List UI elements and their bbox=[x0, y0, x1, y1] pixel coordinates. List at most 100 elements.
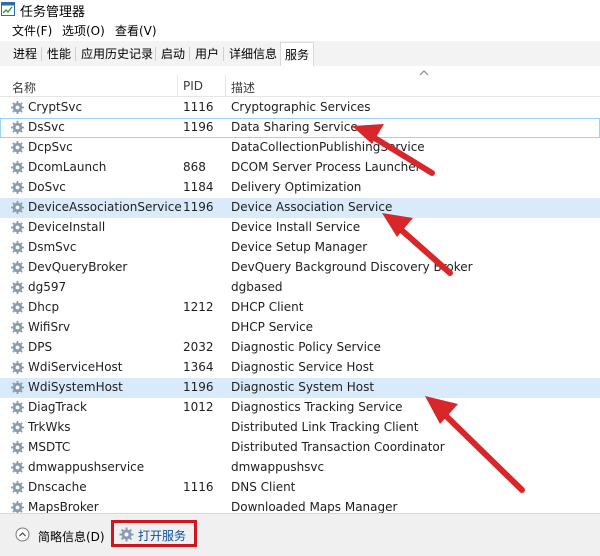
service-description: Cryptographic Services bbox=[231, 100, 371, 114]
service-gear-icon bbox=[10, 380, 25, 395]
service-gear-icon bbox=[10, 500, 25, 513]
service-gear-icon bbox=[10, 400, 25, 415]
service-row[interactable]: dg597 dgbased bbox=[0, 278, 600, 298]
tab-services[interactable]: 服务 bbox=[280, 42, 315, 67]
service-name: DeviceInstall bbox=[28, 220, 106, 234]
service-pid: 1196 bbox=[183, 200, 214, 214]
service-pid: 1012 bbox=[183, 400, 214, 414]
service-name: dmwappushservice bbox=[28, 460, 145, 474]
service-pid: 1364 bbox=[183, 360, 214, 374]
service-row[interactable]: Dhcp 1212 DHCP Client bbox=[0, 298, 600, 318]
service-description: DCOM Server Process Launcher bbox=[231, 160, 421, 174]
service-name: DPS bbox=[28, 340, 53, 354]
service-gear-icon bbox=[10, 180, 25, 195]
column-header-pid[interactable]: PID bbox=[183, 79, 203, 93]
service-name: WifiSrv bbox=[28, 320, 71, 334]
service-row[interactable]: dmwappushservice dmwappushsvc bbox=[0, 458, 600, 478]
service-name: MapsBroker bbox=[28, 500, 99, 513]
service-description: Data Sharing Service bbox=[231, 120, 358, 134]
service-gear-icon bbox=[10, 220, 25, 235]
tab-app-history[interactable]: 应用历史记录 bbox=[77, 44, 157, 65]
tab-users[interactable]: 用户 bbox=[191, 44, 223, 65]
menu-file[interactable]: 文件(F) bbox=[12, 22, 52, 39]
column-divider[interactable] bbox=[177, 75, 178, 96]
service-gear-icon bbox=[10, 120, 25, 135]
service-gear-icon bbox=[10, 280, 25, 295]
service-gear-icon bbox=[10, 300, 25, 315]
service-name: TrkWks bbox=[28, 420, 71, 434]
service-description: Diagnostics Tracking Service bbox=[231, 400, 403, 414]
service-name: MSDTC bbox=[28, 440, 71, 454]
service-name: dg597 bbox=[28, 280, 67, 294]
service-row[interactable]: DeviceInstall Device Install Service bbox=[0, 218, 600, 238]
service-gear-icon bbox=[10, 340, 25, 355]
menu-bar: 文件(F) 选项(O) 查看(V) bbox=[0, 20, 600, 41]
service-pid: 1196 bbox=[183, 380, 214, 394]
column-header-name[interactable]: 名称 bbox=[12, 79, 36, 96]
fewer-details-chevron-icon[interactable] bbox=[15, 527, 30, 542]
menu-options[interactable]: 选项(O) bbox=[62, 22, 105, 39]
tab-processes[interactable]: 进程 bbox=[9, 44, 41, 65]
service-name: DsSvc bbox=[28, 120, 65, 134]
service-pid: 1212 bbox=[183, 300, 214, 314]
sort-chevron-icon bbox=[419, 70, 429, 76]
open-services-button[interactable]: 打开服务 bbox=[111, 520, 197, 547]
tab-details[interactable]: 详细信息 bbox=[225, 44, 281, 65]
service-row[interactable]: MapsBroker Downloaded Maps Manager bbox=[0, 498, 600, 513]
service-row[interactable]: DoSvc 1184 Delivery Optimization bbox=[0, 178, 600, 198]
title-bar: 任务管理器 bbox=[0, 0, 600, 20]
tab-performance[interactable]: 性能 bbox=[43, 44, 75, 65]
service-gear-icon bbox=[10, 480, 25, 495]
service-row[interactable]: Dnscache 1116 DNS Client bbox=[0, 478, 600, 498]
service-row[interactable]: WdiServiceHost 1364 Diagnostic Service Hos… bbox=[0, 358, 600, 378]
service-description: Downloaded Maps Manager bbox=[231, 500, 398, 513]
service-row[interactable]: DevQueryBroker DevQuery Background Discov… bbox=[0, 258, 600, 278]
menu-view[interactable]: 查看(V) bbox=[115, 22, 157, 39]
service-name: DsmSvc bbox=[28, 240, 77, 254]
service-description: Delivery Optimization bbox=[231, 180, 362, 194]
service-name: CryptSvc bbox=[28, 100, 83, 114]
service-name: Dnscache bbox=[28, 480, 87, 494]
tab-divider bbox=[41, 47, 42, 61]
service-name: DcomLaunch bbox=[28, 160, 107, 174]
service-row[interactable]: DcpSvc DataCollectionPublishingService bbox=[0, 138, 600, 158]
service-name: WdiSystemHost bbox=[28, 380, 123, 394]
service-pid: 1196 bbox=[183, 120, 214, 134]
column-header-description[interactable]: 描述 bbox=[231, 79, 255, 96]
service-description: DHCP Client bbox=[231, 300, 304, 314]
service-row[interactable]: MSDTC Distributed Transaction Coordinator bbox=[0, 438, 600, 458]
service-pid: 1116 bbox=[183, 100, 214, 114]
tab-divider bbox=[155, 47, 156, 61]
service-row[interactable]: DsmSvc Device Setup Manager bbox=[0, 238, 600, 258]
service-gear-icon bbox=[10, 460, 25, 475]
service-description: Diagnostic Service Host bbox=[231, 360, 374, 374]
service-name: WdiServiceHost bbox=[28, 360, 123, 374]
column-divider[interactable] bbox=[225, 75, 226, 96]
service-description: Device Association Service bbox=[231, 200, 393, 214]
service-name: DevQueryBroker bbox=[28, 260, 128, 274]
service-pid: 1184 bbox=[183, 180, 214, 194]
service-name: Dhcp bbox=[28, 300, 60, 314]
service-gear-icon bbox=[10, 420, 25, 435]
tab-startup[interactable]: 启动 bbox=[157, 44, 189, 65]
fewer-details-link[interactable]: 简略信息(D) bbox=[38, 528, 105, 545]
service-gear-icon bbox=[10, 140, 25, 155]
service-row[interactable]: DcomLaunch 868 DCOM Server Process Launche… bbox=[0, 158, 600, 178]
tab-divider bbox=[189, 47, 190, 61]
service-gear-icon bbox=[10, 100, 25, 115]
service-description: Device Setup Manager bbox=[231, 240, 368, 254]
window-title: 任务管理器 bbox=[20, 5, 86, 20]
service-row[interactable]: WifiSrv DHCP Service bbox=[0, 318, 600, 338]
service-row[interactable]: DPS 2032 Diagnostic Policy Service bbox=[0, 338, 600, 358]
service-row[interactable]: DeviceAssociationService 1196 Device Assoc… bbox=[0, 198, 600, 218]
open-services-label: 打开服务 bbox=[138, 529, 187, 543]
service-row[interactable]: CryptSvc 1116 Cryptographic Services bbox=[0, 98, 600, 118]
service-description: Distributed Link Tracking Client bbox=[231, 420, 419, 434]
service-description: Distributed Transaction Coordinator bbox=[231, 440, 445, 454]
service-gear-icon bbox=[10, 360, 25, 375]
column-header-row: 名称 PID 描述 bbox=[0, 66, 600, 97]
service-row[interactable]: WdiSystemHost 1196 Diagnostic System Host bbox=[0, 378, 600, 398]
service-row[interactable]: DsSvc 1196 Data Sharing Service bbox=[0, 118, 600, 138]
service-row[interactable]: DiagTrack 1012 Diagnostics Tracking Servic… bbox=[0, 398, 600, 418]
service-row[interactable]: TrkWks Distributed Link Tracking Client bbox=[0, 418, 600, 438]
